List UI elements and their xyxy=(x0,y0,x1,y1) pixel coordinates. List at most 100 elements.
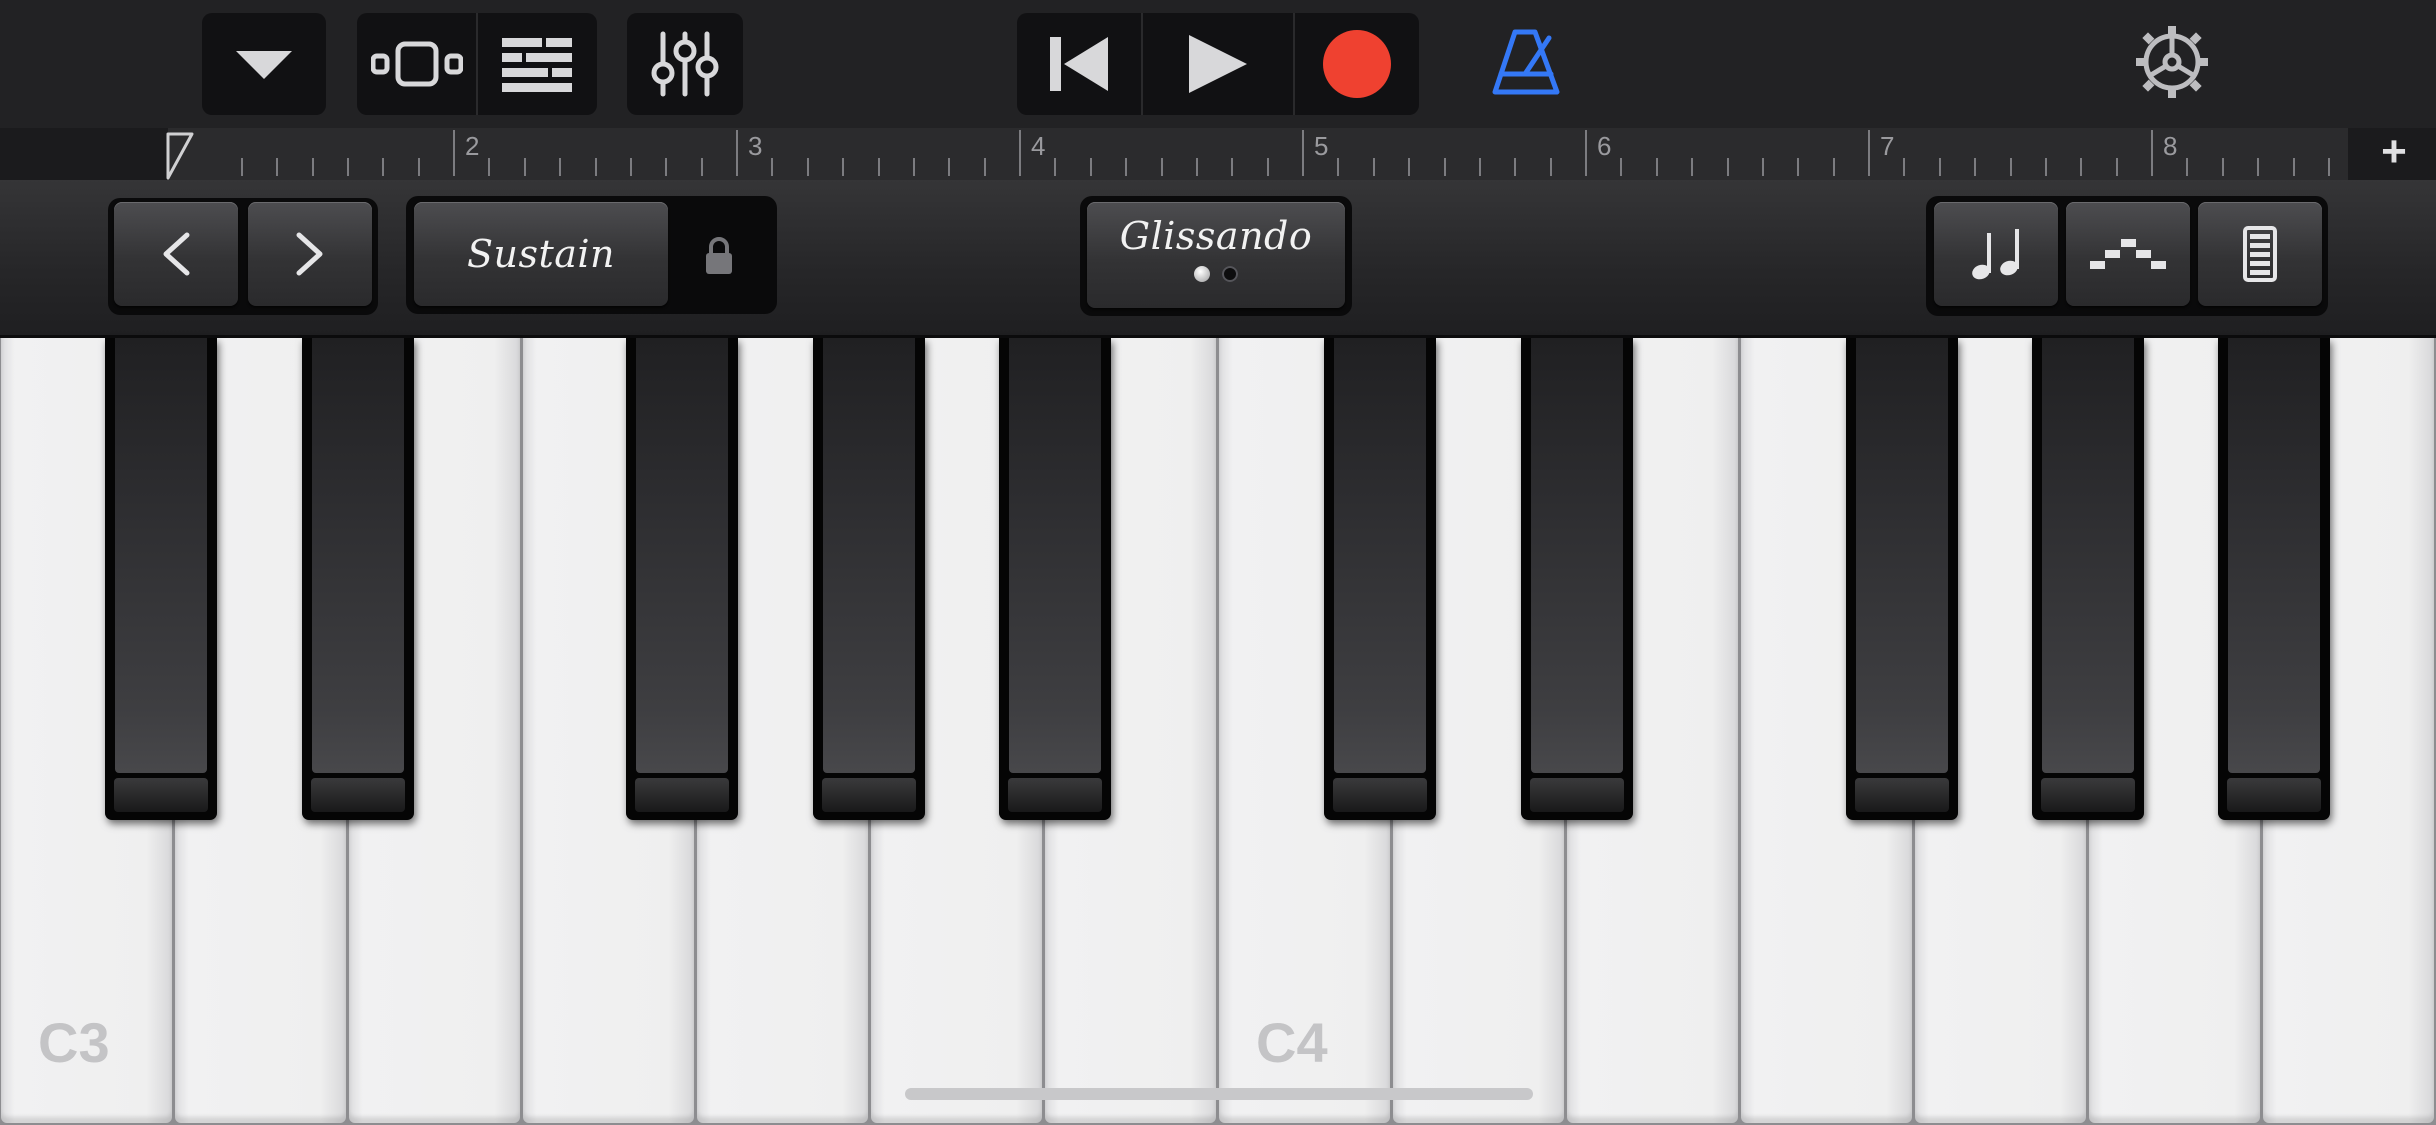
key-face xyxy=(1334,338,1426,773)
octave-down-icon xyxy=(163,232,190,276)
key-face xyxy=(1009,338,1101,773)
beat-tick xyxy=(1761,158,1764,176)
beat-tick xyxy=(1903,158,1906,176)
beat-tick xyxy=(1478,158,1481,176)
beat-tick xyxy=(1655,158,1658,176)
key-lip xyxy=(822,778,916,812)
add-section-button[interactable]: + xyxy=(2372,130,2416,176)
bar-number: 5 xyxy=(1314,131,1329,161)
beat-tick xyxy=(1726,158,1729,176)
beat-tick xyxy=(2044,158,2047,176)
beat-tick xyxy=(240,158,243,176)
beat-tick xyxy=(842,158,845,176)
view-buttons xyxy=(357,13,597,115)
beat-tick xyxy=(1938,158,1941,176)
beat-tick xyxy=(912,158,915,176)
bar-tick xyxy=(1585,130,1587,176)
arpeggiator-button[interactable] xyxy=(2066,202,2190,306)
velocity-button[interactable] xyxy=(2198,202,2322,306)
key-lip xyxy=(311,778,405,812)
playhead-icon[interactable] xyxy=(166,128,196,180)
beat-tick xyxy=(1549,158,1552,176)
record-icon xyxy=(1323,30,1391,98)
sustain-lock-button[interactable] xyxy=(704,236,740,276)
bar-tick xyxy=(2151,130,2153,176)
key-lip xyxy=(2041,778,2135,812)
octave-down-button[interactable] xyxy=(114,202,238,306)
play-button[interactable] xyxy=(1143,13,1293,115)
beat-tick xyxy=(1797,158,1800,176)
velocity-icon xyxy=(2243,226,2277,282)
control-bar xyxy=(0,0,2436,128)
key-lip xyxy=(1333,778,1427,812)
beat-tick xyxy=(488,158,491,176)
settings-button[interactable] xyxy=(2134,24,2210,100)
key-face xyxy=(2042,338,2134,773)
record-button[interactable] xyxy=(1295,13,1419,115)
black-key-f-sharp[interactable] xyxy=(626,338,738,820)
go-to-beginning-button[interactable] xyxy=(1017,13,1141,115)
bar-number: 3 xyxy=(748,131,763,161)
mixer-button[interactable] xyxy=(627,13,743,115)
transport-controls xyxy=(1017,13,1419,115)
keyboard-controls: Sustain Glissando xyxy=(0,180,2436,338)
black-key-c-sharp[interactable] xyxy=(105,338,217,820)
sustain-label: Sustain xyxy=(466,232,616,276)
bar-tick xyxy=(736,130,738,176)
key-face xyxy=(636,338,728,773)
glissando-button[interactable]: Glissando xyxy=(1087,202,1345,308)
key-face xyxy=(115,338,207,773)
beat-tick xyxy=(311,158,314,176)
key-lip xyxy=(635,778,729,812)
beat-tick xyxy=(948,158,951,176)
octave-label: C3 xyxy=(38,1011,110,1074)
black-key-f-sharp[interactable] xyxy=(1846,338,1958,820)
home-indicator[interactable] xyxy=(905,1088,1533,1100)
beat-tick xyxy=(417,158,420,176)
beat-tick xyxy=(1443,158,1446,176)
beat-tick xyxy=(700,158,703,176)
beat-tick xyxy=(1089,158,1092,176)
key-face xyxy=(1856,338,1948,773)
beat-tick xyxy=(1974,158,1977,176)
beat-tick xyxy=(1337,158,1340,176)
black-key-c-sharp[interactable] xyxy=(1324,338,1436,820)
key-lip xyxy=(114,778,208,812)
timeline-ruler[interactable]: 2 3 4 5 6 7 8 + xyxy=(0,128,2436,180)
beat-tick xyxy=(1620,158,1623,176)
tracks-view-button[interactable] xyxy=(358,13,476,115)
bar-tick xyxy=(1302,130,1304,176)
bar-tick xyxy=(1868,130,1870,176)
beat-tick xyxy=(1125,158,1128,176)
dropdown-arrow-icon xyxy=(236,51,292,79)
go-to-beginning-icon xyxy=(1050,37,1108,91)
key-lip xyxy=(1855,778,1949,812)
black-key-a-sharp[interactable] xyxy=(999,338,1111,820)
metronome-button[interactable] xyxy=(1490,26,1562,98)
notes-button[interactable] xyxy=(1934,202,2058,306)
page-dot xyxy=(1194,266,1210,282)
settings-gear-icon xyxy=(2136,26,2208,98)
beat-tick xyxy=(523,158,526,176)
beat-tick xyxy=(2186,158,2189,176)
bar-tick xyxy=(453,130,455,176)
beat-tick xyxy=(2221,158,2224,176)
octave-up-button[interactable] xyxy=(248,202,372,306)
black-key-a-sharp[interactable] xyxy=(2218,338,2330,820)
sustain-button[interactable]: Sustain xyxy=(414,202,668,306)
ruler-track[interactable] xyxy=(168,128,2348,180)
beat-tick xyxy=(2257,158,2260,176)
browser-button[interactable] xyxy=(478,13,596,115)
track-menu-button[interactable] xyxy=(202,13,326,115)
key-face xyxy=(823,338,915,773)
octave-label: C4 xyxy=(1256,1011,1328,1074)
piano-keyboard: C3 C4 xyxy=(0,338,2436,1125)
black-key-g-sharp[interactable] xyxy=(813,338,925,820)
beat-tick xyxy=(877,158,880,176)
lock-icon xyxy=(706,237,732,274)
black-key-d-sharp[interactable] xyxy=(302,338,414,820)
key-face xyxy=(312,338,404,773)
beat-tick xyxy=(559,158,562,176)
black-key-d-sharp[interactable] xyxy=(1521,338,1633,820)
black-key-g-sharp[interactable] xyxy=(2032,338,2144,820)
